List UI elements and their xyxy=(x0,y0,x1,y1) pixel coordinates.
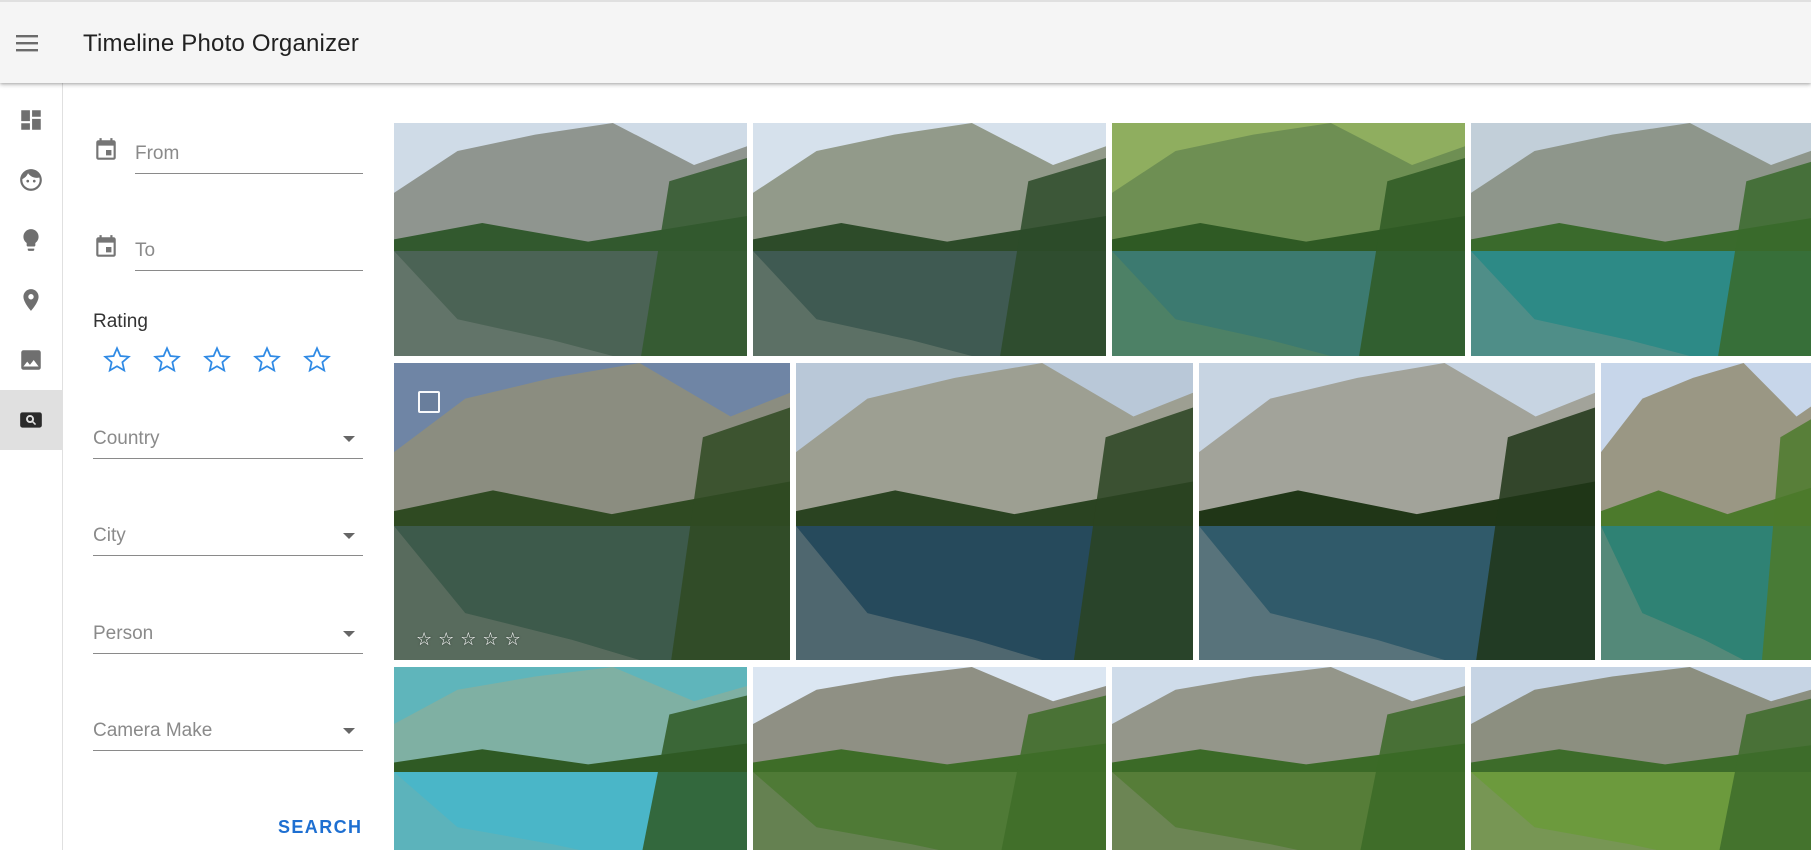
star-icon[interactable]: ☆ xyxy=(460,630,476,648)
face-icon xyxy=(20,169,42,191)
photo-thumbnail[interactable] xyxy=(394,123,747,356)
search-button[interactable]: SEARCH xyxy=(278,817,362,838)
rail-item-dashboard[interactable] xyxy=(0,90,62,150)
star-icon[interactable]: ☆ xyxy=(438,630,454,648)
photo-thumbnail[interactable] xyxy=(796,363,1193,660)
dropdown-arrow-icon xyxy=(343,533,355,539)
city-select[interactable]: City xyxy=(93,511,363,556)
menu-icon[interactable] xyxy=(14,34,42,54)
dropdown-arrow-icon xyxy=(343,631,355,637)
photo-thumbnail[interactable] xyxy=(1112,667,1465,850)
calendar-icon[interactable] xyxy=(93,234,119,260)
country-placeholder: Country xyxy=(93,428,160,449)
rating-label: Rating xyxy=(93,311,148,332)
photo-rating-stars: ☆ ☆ ☆ ☆ ☆ xyxy=(416,630,521,648)
rating-star-5[interactable] xyxy=(302,345,332,375)
rail-item-photos[interactable] xyxy=(0,330,62,390)
rail-item-faces[interactable] xyxy=(0,150,62,210)
from-date-placeholder: From xyxy=(135,143,180,164)
camera-make-placeholder: Camera Make xyxy=(93,720,213,741)
photo-thumbnail[interactable] xyxy=(753,123,1106,356)
image-search-icon xyxy=(20,412,42,428)
select-checkbox[interactable] xyxy=(418,391,440,413)
country-select[interactable]: Country xyxy=(93,414,363,459)
rating-star-3[interactable] xyxy=(202,345,232,375)
filter-panel: From To Rating Country City Person Camer… xyxy=(62,83,392,850)
photo-thumbnail[interactable] xyxy=(1471,667,1811,850)
from-date-field[interactable]: From xyxy=(135,129,363,174)
person-placeholder: Person xyxy=(93,623,154,644)
nav-rail xyxy=(0,83,63,850)
photo-thumbnail[interactable] xyxy=(1601,363,1811,660)
photo-thumbnail[interactable] xyxy=(1112,123,1465,356)
dropdown-arrow-icon xyxy=(343,436,355,442)
lightbulb-icon xyxy=(23,229,39,251)
camera-make-select[interactable]: Camera Make xyxy=(93,706,363,751)
rating-star-4[interactable] xyxy=(252,345,282,375)
rating-star-1[interactable] xyxy=(102,345,132,375)
person-select[interactable]: Person xyxy=(93,609,363,654)
star-icon[interactable]: ☆ xyxy=(505,630,521,648)
to-date-row: To xyxy=(93,226,393,271)
star-icon[interactable]: ☆ xyxy=(482,630,498,648)
from-date-row: From xyxy=(93,129,393,174)
dropdown-arrow-icon xyxy=(343,728,355,734)
place-icon xyxy=(23,289,39,311)
rail-item-places[interactable] xyxy=(0,270,62,330)
photo-thumbnail[interactable] xyxy=(394,667,747,850)
rail-item-ideas[interactable] xyxy=(0,210,62,270)
rating-star-2[interactable] xyxy=(152,345,182,375)
rail-item-search[interactable] xyxy=(0,390,62,450)
calendar-icon[interactable] xyxy=(93,137,119,163)
photo-thumbnail[interactable] xyxy=(753,667,1106,850)
city-placeholder: City xyxy=(93,525,126,546)
to-date-placeholder: To xyxy=(135,240,156,261)
app-bar: Timeline Photo Organizer xyxy=(0,0,1811,83)
app-title: Timeline Photo Organizer xyxy=(83,30,360,57)
dashboard-icon xyxy=(21,110,41,130)
photo-thumbnail[interactable] xyxy=(1199,363,1595,660)
star-icon[interactable]: ☆ xyxy=(416,630,432,648)
photo-gallery: ☆ ☆ ☆ ☆ ☆ xyxy=(394,123,1811,850)
photo-thumbnail[interactable] xyxy=(1471,123,1811,356)
photo-thumbnail[interactable]: ☆ ☆ ☆ ☆ ☆ xyxy=(394,363,790,660)
to-date-field[interactable]: To xyxy=(135,226,363,271)
image-icon xyxy=(21,350,41,370)
